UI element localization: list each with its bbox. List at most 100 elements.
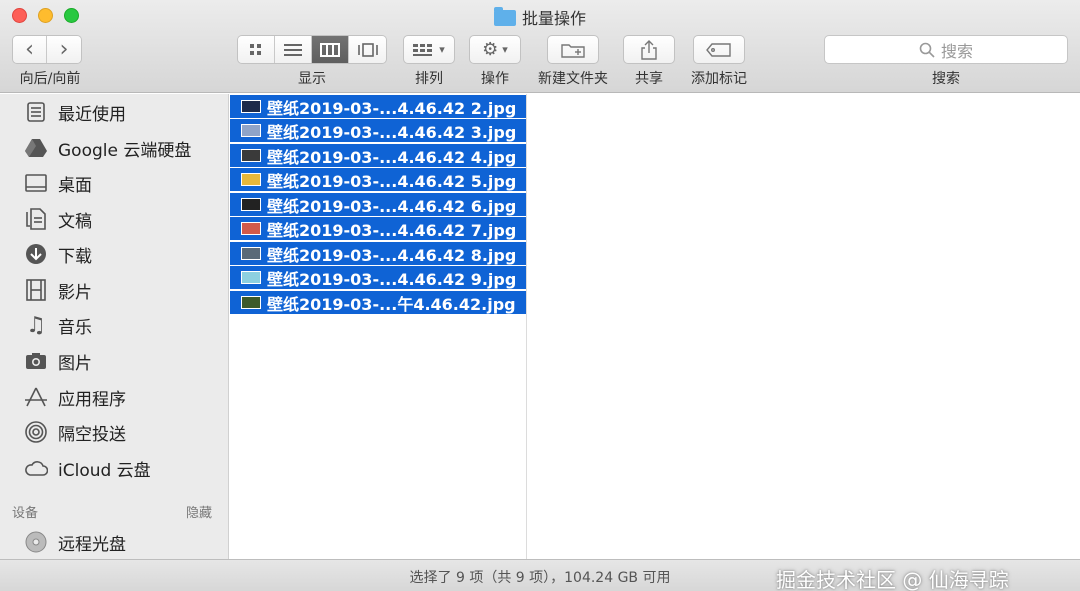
view-mode-control	[237, 35, 387, 64]
devices-hide-button[interactable]: 隐藏	[186, 502, 212, 521]
file-name: 壁纸2019-03-...4.46.42 3.jpg	[267, 122, 517, 142]
sidebar-item-documents[interactable]: 文稿	[0, 204, 228, 234]
sidebar-item-label: 下载	[58, 246, 92, 267]
sidebar-item-label: 影片	[58, 282, 92, 303]
sidebar-item-label: 最近使用	[58, 104, 126, 125]
column-view-button[interactable]	[312, 36, 349, 63]
sidebar-item-movies[interactable]: 影片	[0, 275, 228, 305]
sidebar-item-label: 应用程序	[58, 389, 126, 410]
list-view-button[interactable]	[275, 36, 312, 63]
sidebar-item-recents[interactable]: 最近使用	[0, 97, 228, 127]
desktop-icon	[24, 171, 48, 195]
chevron-down-icon: ▾	[439, 43, 445, 56]
file-row[interactable]: 壁纸2019-03-...午4.46.42.jpg	[230, 291, 526, 314]
sidebar-item-remote-disc[interactable]: 远程光盘	[0, 527, 228, 557]
back-forward-control: ‹ ›	[12, 35, 82, 64]
icon-view-button[interactable]	[238, 36, 275, 63]
arrange-label: 排列	[415, 71, 443, 87]
chevron-left-icon: ‹	[25, 37, 34, 62]
image-thumbnail-icon	[241, 149, 261, 162]
sidebar-item-label: 桌面	[58, 175, 92, 196]
sidebar-item-icloud[interactable]: iCloud 云盘	[0, 453, 228, 483]
downloads-icon	[24, 242, 48, 266]
file-name: 壁纸2019-03-...4.46.42 9.jpg	[267, 269, 517, 289]
file-row[interactable]: 壁纸2019-03-...4.46.42 9.jpg	[230, 266, 526, 289]
search-placeholder: 搜索	[940, 41, 973, 61]
sidebar-item-label: iCloud 云盘	[58, 460, 151, 481]
devices-header: 设备	[12, 506, 39, 521]
file-name: 壁纸2019-03-...4.46.42 7.jpg	[267, 220, 517, 240]
image-thumbnail-icon	[241, 100, 261, 113]
search-label: 搜索	[932, 71, 960, 87]
add-tag-label: 添加标记	[691, 71, 747, 87]
file-name: 壁纸2019-03-...4.46.42 2.jpg	[267, 98, 517, 118]
add-tag-button[interactable]	[693, 35, 745, 64]
sidebar-item-applications[interactable]: 应用程序	[0, 382, 228, 412]
google-drive-icon	[24, 136, 48, 160]
file-name: 壁纸2019-03-...4.46.42 5.jpg	[267, 171, 517, 191]
sidebar-item-label: 音乐	[58, 317, 92, 338]
file-column: 壁纸2019-03-...4.46.42 2.jpg 壁纸2019-03-...…	[230, 94, 527, 560]
sidebar-item-label: 隔空投送	[58, 424, 126, 445]
sidebar-item-label: 文稿	[58, 211, 92, 232]
chevron-down-icon: ▾	[502, 43, 508, 56]
image-thumbnail-icon	[241, 247, 261, 260]
file-row[interactable]: 壁纸2019-03-...4.46.42 8.jpg	[230, 242, 526, 265]
image-thumbnail-icon	[241, 173, 261, 186]
pictures-icon	[24, 349, 48, 373]
arrange-icon	[413, 43, 433, 56]
movies-icon	[24, 278, 48, 302]
airdrop-icon	[24, 420, 48, 444]
remote-disc-icon	[24, 530, 48, 554]
recents-icon	[24, 100, 48, 124]
arrange-button[interactable]: ▾	[403, 35, 455, 64]
new-folder-label: 新建文件夹	[538, 71, 608, 87]
search-icon	[919, 42, 935, 58]
share-button[interactable]	[623, 35, 675, 64]
file-name: 壁纸2019-03-...午4.46.42.jpg	[267, 294, 516, 314]
music-icon: ♫	[26, 312, 46, 338]
sidebar-item-downloads[interactable]: 下载	[0, 239, 228, 269]
window-title-bar: 批量操作	[0, 5, 1080, 29]
gallery-icon	[357, 42, 378, 57]
file-row[interactable]: 壁纸2019-03-...4.46.42 2.jpg	[230, 95, 526, 118]
file-name: 壁纸2019-03-...4.46.42 6.jpg	[267, 196, 517, 216]
gallery-view-button[interactable]	[349, 36, 386, 63]
sidebar-item-music[interactable]: ♫ 音乐	[0, 310, 228, 340]
image-thumbnail-icon	[241, 222, 261, 235]
file-name: 壁纸2019-03-...4.46.42 4.jpg	[267, 147, 517, 167]
tag-icon	[706, 42, 731, 57]
sidebar-item-desktop[interactable]: 桌面	[0, 168, 228, 198]
sidebar-item-google-drive[interactable]: Google 云端硬盘	[0, 133, 228, 163]
file-name: 壁纸2019-03-...4.46.42 8.jpg	[267, 245, 517, 265]
back-button[interactable]: ‹	[13, 36, 47, 63]
watermark: 掘金技术社区 @ 仙海寻踪	[776, 568, 1009, 591]
file-row[interactable]: 壁纸2019-03-...4.46.42 5.jpg	[230, 168, 526, 191]
share-icon	[641, 39, 657, 60]
chevron-right-icon: ›	[59, 37, 69, 62]
file-row[interactable]: 壁纸2019-03-...4.46.42 6.jpg	[230, 193, 526, 216]
sidebar-item-airdrop[interactable]: 隔空投送	[0, 417, 228, 447]
file-row[interactable]: 壁纸2019-03-...4.46.42 3.jpg	[230, 119, 526, 142]
file-row[interactable]: 壁纸2019-03-...4.46.42 7.jpg	[230, 217, 526, 240]
gear-icon: ⚙	[482, 39, 499, 60]
forward-button[interactable]: ›	[47, 36, 81, 63]
finder-window: 批量操作 ‹ › 向后/向前 显示 ▾ 排列 ⚙ ▾ 操作 新建文件夹 共享 添…	[0, 0, 1080, 591]
sidebar-item-pictures[interactable]: 图片	[0, 346, 228, 376]
preview-column[interactable]	[528, 94, 1080, 560]
toolbar: 批量操作 ‹ › 向后/向前 显示 ▾ 排列 ⚙ ▾ 操作 新建文件夹 共享 添…	[0, 0, 1080, 93]
file-row[interactable]: 壁纸2019-03-...4.46.42 4.jpg	[230, 144, 526, 167]
image-thumbnail-icon	[241, 296, 261, 309]
action-button[interactable]: ⚙ ▾	[469, 35, 521, 64]
applications-icon	[24, 385, 48, 409]
nav-label: 向后/向前	[19, 71, 81, 87]
image-thumbnail-icon	[241, 198, 261, 211]
window-title: 批量操作	[521, 9, 586, 28]
new-folder-button[interactable]	[547, 35, 599, 64]
sidebar: 最近使用 Google 云端硬盘 桌面 文稿 下载 影片 ♫ 音乐 图片 应用程…	[0, 94, 229, 560]
status-bar: 选择了 9 项（共 9 项），104.24 GB 可用 掘金技术社区 @ 仙海寻…	[0, 559, 1080, 591]
columns-icon	[320, 42, 340, 57]
share-label: 共享	[635, 71, 663, 87]
search-input[interactable]: 搜索	[824, 35, 1068, 64]
grid-icon	[250, 43, 261, 55]
